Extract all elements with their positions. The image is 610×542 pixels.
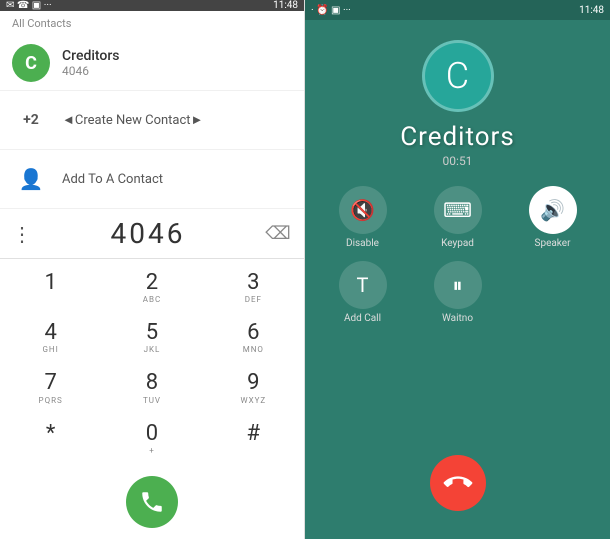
dial-dots[interactable]: ⋮ xyxy=(12,222,32,246)
contact-number: 4046 xyxy=(62,64,120,78)
key-num: 1 xyxy=(44,271,56,295)
left-panel: ✉ ☎ ▣ ··· 11:48 All Contacts C Creditors… xyxy=(0,0,305,539)
key-0[interactable]: 0+ xyxy=(101,414,202,464)
action-btn-speaker[interactable]: 🔊 Speaker xyxy=(511,186,594,249)
key-2[interactable]: 2ABC xyxy=(101,263,202,313)
key-*[interactable]: * xyxy=(0,414,101,464)
avatar: C xyxy=(12,44,50,82)
create-new-row[interactable]: +2 ◄Create New Contact► xyxy=(0,91,304,150)
key-num: 2 xyxy=(146,271,158,295)
key-letters: WXYZ xyxy=(240,396,266,406)
status-right-icons: · ⏰ ▣ ··· xyxy=(311,5,351,16)
key-1[interactable]: 1 xyxy=(0,263,101,313)
call-area xyxy=(0,468,304,542)
call-timer: 00:51 xyxy=(443,154,473,168)
action-label-keypad: Keypad xyxy=(441,238,474,249)
key-letters: ABC xyxy=(143,295,161,305)
add-contact-icon: 👤 xyxy=(12,160,50,198)
key-num: 4 xyxy=(44,321,56,345)
status-left-time: 11:48 xyxy=(273,0,298,11)
end-call-icon xyxy=(438,463,478,503)
action-label-waitno: Waitno xyxy=(442,313,473,324)
action-btn-disable[interactable]: 🔇 Disable xyxy=(321,186,404,249)
right-panel: · ⏰ ▣ ··· 11:48 C Creditors 00:51 🔇 Disab… xyxy=(305,0,610,539)
key-6[interactable]: 6MNO xyxy=(203,313,304,363)
key-letters: TUV xyxy=(143,396,161,406)
contact-name: Creditors xyxy=(62,48,120,64)
status-right-time: 11:48 xyxy=(579,5,604,16)
action-icon-speaker: 🔊 xyxy=(529,186,577,234)
plus-two-icon: +2 xyxy=(12,101,50,139)
call-button[interactable] xyxy=(126,476,178,528)
key-3[interactable]: 3DEF xyxy=(203,263,304,313)
key-num: # xyxy=(247,422,261,446)
key-num: * xyxy=(46,422,55,446)
status-left-icons: ✉ ☎ ▣ ··· xyxy=(6,0,52,11)
action-label-add call: Add Call xyxy=(344,313,381,324)
key-num: 5 xyxy=(146,321,158,345)
key-#[interactable]: # xyxy=(203,414,304,464)
contact-row[interactable]: C Creditors 4046 xyxy=(0,36,304,91)
all-contacts-label: All Contacts xyxy=(0,11,304,36)
key-5[interactable]: 5JKL xyxy=(101,313,202,363)
add-contact-label: Add To A Contact xyxy=(62,172,163,187)
key-8[interactable]: 8TUV xyxy=(101,363,202,413)
action-label-speaker: Speaker xyxy=(535,238,571,249)
key-letters: GHI xyxy=(42,345,58,355)
status-bar-right: · ⏰ ▣ ··· 11:48 xyxy=(305,0,610,20)
key-num: 8 xyxy=(146,371,158,395)
contact-info: Creditors 4046 xyxy=(62,48,120,78)
action-btn-waitno[interactable]: ⏸ Waitno xyxy=(416,261,499,324)
key-letters: JKL xyxy=(144,345,161,355)
key-letters: PQRS xyxy=(39,396,63,406)
key-num: 0 xyxy=(146,422,158,446)
key-num: 3 xyxy=(247,271,259,295)
key-num: 9 xyxy=(247,371,259,395)
key-9[interactable]: 9WXYZ xyxy=(203,363,304,413)
action-btn-add-call[interactable]: T Add Call xyxy=(321,261,404,324)
key-letters: + xyxy=(149,446,155,456)
add-contact-row[interactable]: 👤 Add To A Contact xyxy=(0,150,304,209)
action-icon-disable: 🔇 xyxy=(339,186,387,234)
key-4[interactable]: 4GHI xyxy=(0,313,101,363)
keypad: 12ABC3DEF4GHI5JKL6MNO7PQRS8TUV9WXYZ*0+# xyxy=(0,259,304,468)
end-call-area xyxy=(305,455,610,511)
dial-display: ⋮ 4046 ⌫ xyxy=(0,209,304,259)
key-num: 6 xyxy=(247,321,259,345)
call-actions: 🔇 Disable ⌨ Keypad 🔊 Speaker T Add Call ⏸ Waitno xyxy=(305,168,610,332)
action-icon-add call: T xyxy=(339,261,387,309)
backspace-button[interactable]: ⌫ xyxy=(264,220,292,248)
key-letters: MNO xyxy=(243,345,264,355)
key-letters: DEF xyxy=(245,295,262,305)
action-icon-waitno: ⏸ xyxy=(434,261,482,309)
key-num: 7 xyxy=(44,371,56,395)
dial-number: 4046 xyxy=(32,217,264,250)
action-icon-keypad: ⌨ xyxy=(434,186,482,234)
phone-icon xyxy=(139,489,165,515)
caller-avatar: C xyxy=(422,40,494,112)
key-7[interactable]: 7PQRS xyxy=(0,363,101,413)
action-label-disable: Disable xyxy=(346,238,379,249)
create-new-label: ◄Create New Contact► xyxy=(62,112,203,128)
caller-name: Creditors xyxy=(400,122,515,152)
action-btn-keypad[interactable]: ⌨ Keypad xyxy=(416,186,499,249)
end-call-button[interactable] xyxy=(430,455,486,511)
status-bar-left: ✉ ☎ ▣ ··· 11:48 xyxy=(0,0,304,11)
